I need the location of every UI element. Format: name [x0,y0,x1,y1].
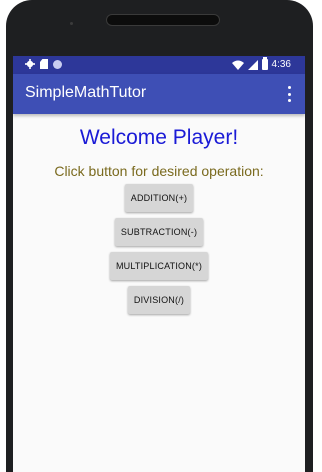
status-right-icons: 4:36 [231,57,291,70]
sd-card-icon [40,59,48,69]
status-left-icons [25,59,62,69]
settings-gear-icon [25,59,35,69]
instruction-text: Click button for desired operation: [54,163,264,179]
overflow-menu-icon[interactable] [287,86,291,102]
welcome-heading: Welcome Player! [79,126,239,149]
status-time: 4:36 [271,59,291,70]
multiplication-button[interactable]: MULTIPLICATION(*) [109,252,209,280]
phone-frame: 4:36 SimpleMathTutor Welcome Player! Cli… [0,0,322,472]
speaker-grille [106,14,220,26]
addition-button[interactable]: ADDITION(+) [124,184,194,212]
app-screen: 4:36 SimpleMathTutor Welcome Player! Cli… [13,56,305,472]
division-button[interactable]: DIVISION(/) [127,286,191,314]
status-bar: 4:36 [13,56,305,74]
app-title: SimpleMathTutor [25,84,147,101]
front-camera-icon [70,22,73,25]
subtraction-button[interactable]: SUBTRACTION(-) [114,218,204,246]
battery-icon [261,57,268,70]
app-toolbar: SimpleMathTutor [13,74,305,114]
sync-icon [53,59,62,69]
main-content: Welcome Player! Click button for desired… [13,114,305,314]
signal-icon [247,59,258,70]
wifi-icon [231,60,244,70]
